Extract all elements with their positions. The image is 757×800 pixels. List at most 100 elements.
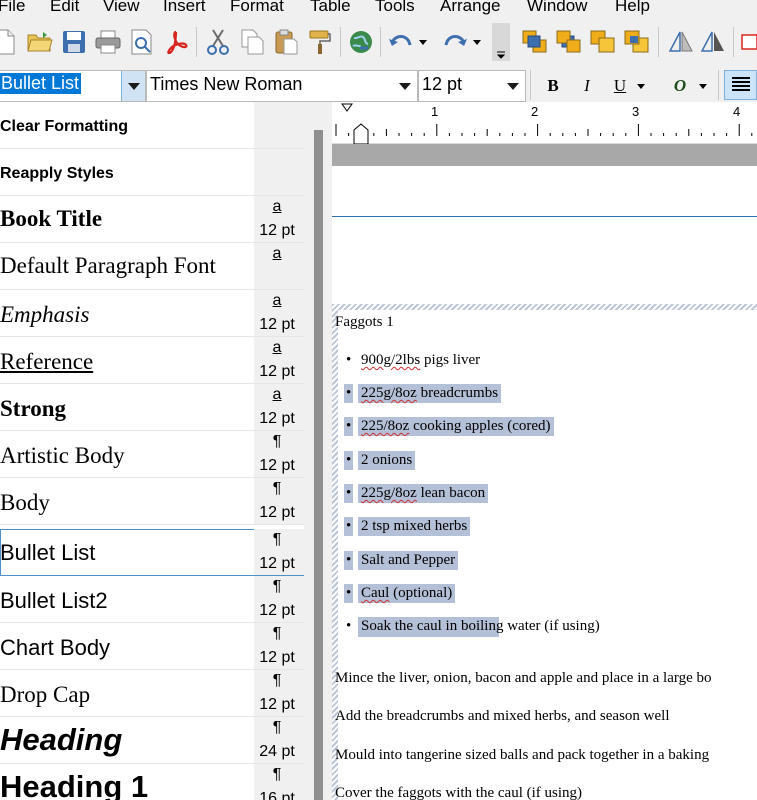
style-item-reapply-styles[interactable]: Reapply Styles (0, 149, 304, 196)
style-item-heading-1[interactable]: Heading 1 ¶ 16 pt (0, 764, 304, 800)
save-icon[interactable] (59, 26, 89, 58)
style-item-heading[interactable]: Heading ¶ 24 pt (0, 717, 304, 764)
style-item-bullet-list[interactable]: Bullet List ¶ 12 pt (0, 529, 304, 576)
list-item-text: Soak the caul in boiling water (if using… (361, 618, 600, 634)
paragraph-style-icon: ¶ (272, 719, 282, 736)
copy-icon[interactable] (237, 26, 267, 58)
undo-dropdown-icon[interactable] (415, 26, 431, 58)
bullet-icon: • (344, 384, 354, 403)
cut-icon[interactable] (203, 26, 233, 58)
outline-dropdown-icon[interactable] (694, 72, 712, 100)
style-item-chart-body[interactable]: Chart Body ¶ 12 pt (0, 623, 304, 670)
style-name: Heading (0, 722, 123, 757)
menu-window[interactable]: Window (527, 0, 587, 16)
style-size: 12 pt (259, 504, 295, 521)
menu-help[interactable]: Help (615, 0, 650, 16)
style-size: 16 pt (259, 790, 295, 800)
paste-icon[interactable] (271, 26, 301, 58)
first-line-indent-icon (341, 103, 353, 112)
bullet-icon: • (344, 584, 354, 603)
style-swatch: ¶ 12 pt (254, 529, 304, 575)
undo-icon[interactable] (386, 26, 416, 58)
redo-dropdown-icon[interactable] (469, 26, 485, 58)
toolbar-separator (530, 70, 531, 100)
style-swatch: ¶ 12 pt (254, 670, 304, 716)
list-item-text: 2 onions (361, 452, 413, 468)
bold-button[interactable]: B (539, 72, 567, 100)
style-swatch: a (254, 243, 304, 289)
horizontal-ruler[interactable]: 1 2 3 4 (332, 102, 757, 144)
menu-edit[interactable]: Edit (50, 0, 79, 16)
outline-button[interactable]: O (666, 72, 694, 100)
print-icon[interactable] (93, 26, 123, 58)
bring-forward-icon[interactable] (588, 26, 618, 58)
bullet-icon: • (344, 451, 354, 470)
underline-button[interactable]: U (606, 72, 634, 100)
style-item-strong[interactable]: Strong a 12 pt (0, 384, 304, 431)
underline-dropdown-icon[interactable] (632, 72, 650, 100)
style-name: Emphasis (0, 302, 90, 327)
chevron-down-icon[interactable] (393, 71, 417, 101)
ruler-number: 1 (431, 104, 439, 119)
menu-format[interactable]: Format (230, 0, 284, 16)
send-to-back-icon[interactable] (554, 26, 584, 58)
paragraph-style-icon: ¶ (272, 578, 282, 595)
menu-insert[interactable]: Insert (163, 0, 206, 16)
menu-tools[interactable]: Tools (375, 0, 415, 16)
style-item-artistic-body[interactable]: Artistic Body ¶ 12 pt (0, 431, 304, 478)
paragraph-style-icon: ¶ (272, 672, 282, 689)
paragraph-style-icon: ¶ (272, 625, 282, 642)
style-item-default-paragraph-font[interactable]: Default Paragraph Font a (0, 243, 304, 290)
insert-hyperlink-icon[interactable] (346, 26, 376, 58)
style-size: 12 pt (259, 555, 295, 572)
chevron-down-icon[interactable] (121, 71, 145, 101)
style-item-book-title[interactable]: Book Title a 12 pt (0, 196, 304, 243)
bullet-icon: • (344, 517, 354, 536)
group-objects-icon[interactable] (736, 26, 757, 58)
style-swatch: a 12 pt (254, 337, 304, 383)
send-backward-icon[interactable] (622, 26, 652, 58)
toolbar-separator (718, 70, 719, 100)
menu-arrange[interactable]: Arrange (440, 0, 500, 16)
chevron-down-icon[interactable] (501, 71, 525, 101)
open-folder-icon[interactable] (25, 26, 55, 58)
bullet-icon: • (346, 618, 352, 634)
toolbar-overflow-icon[interactable] (492, 23, 510, 61)
menu-table[interactable]: Table (310, 0, 351, 16)
menu-file[interactable]: File (0, 0, 25, 16)
bring-to-front-icon[interactable] (520, 26, 550, 58)
style-item-reference[interactable]: Reference a 12 pt (0, 337, 304, 384)
pdf-export-icon[interactable] (161, 26, 191, 58)
font-combo-value[interactable]: Times New Roman (150, 74, 302, 95)
margin-guide (332, 304, 757, 310)
style-item-drop-cap[interactable]: Drop Cap ¶ 12 pt (0, 670, 304, 717)
size-combo-value[interactable]: 12 pt (422, 74, 462, 95)
menu-view[interactable]: View (103, 0, 140, 16)
format-painter-icon[interactable] (305, 26, 335, 58)
style-combo-value[interactable]: Bullet List (0, 73, 82, 94)
align-left-icon[interactable] (724, 70, 757, 100)
flip-vertical-icon[interactable] (698, 26, 728, 58)
scrollbar-thumb[interactable] (314, 130, 323, 800)
character-style-icon: a (272, 245, 282, 262)
print-preview-icon[interactable] (127, 26, 157, 58)
style-item-bullet-list2[interactable]: Bullet List2 ¶ 12 pt (0, 576, 304, 623)
style-swatch: ¶ 24 pt (254, 717, 304, 763)
style-combo[interactable]: Bullet List (0, 70, 146, 102)
toolbar-separator (380, 27, 381, 57)
paragraph-style-icon: ¶ (272, 766, 282, 783)
styles-pane-scrollbar[interactable] (304, 102, 332, 800)
style-name: Default Paragraph Font (0, 253, 216, 278)
italic-button[interactable]: I (573, 72, 601, 100)
flip-horizontal-icon[interactable] (666, 26, 696, 58)
character-style-icon: a (272, 339, 282, 356)
style-item-body[interactable]: Body ¶ 12 pt (0, 478, 304, 525)
size-combo[interactable]: 12 pt (418, 70, 526, 102)
style-name: Clear Formatting (0, 118, 129, 135)
font-combo[interactable]: Times New Roman (146, 70, 418, 102)
style-item-emphasis[interactable]: Emphasis a 12 pt (0, 290, 304, 337)
document-page[interactable]: Faggots 1 • 900g/2lbs pigs liver • 225g/… (332, 166, 757, 800)
style-item-clear-formatting[interactable]: Clear Formatting (0, 102, 304, 149)
redo-icon[interactable] (440, 26, 470, 58)
new-document-icon[interactable] (0, 26, 20, 58)
